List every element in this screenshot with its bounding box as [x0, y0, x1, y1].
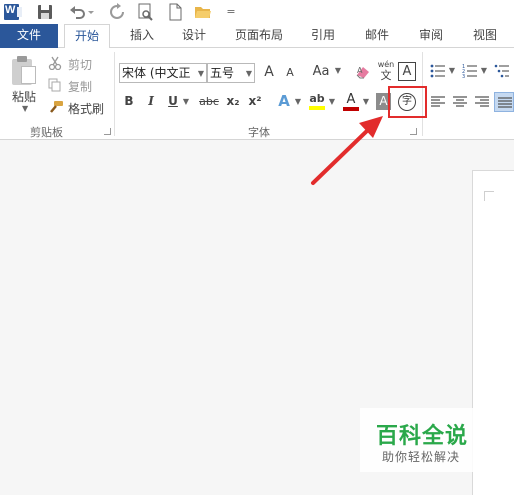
ribbon-tabs: 文件 开始 插入 设计 页面布局 引用 邮件 审阅 视图	[0, 24, 514, 49]
font-color-bar	[343, 107, 359, 111]
tab-page-layout[interactable]: 页面布局	[226, 24, 292, 48]
font-name-combo[interactable]: 宋体 (中文正 ▼	[119, 63, 207, 83]
align-right-icon[interactable]	[474, 94, 490, 110]
bold-button[interactable]: B	[122, 94, 136, 108]
change-case-button[interactable]: Aa	[310, 64, 332, 79]
superscript-button[interactable]: x²	[246, 94, 264, 108]
copy-icon	[48, 78, 61, 92]
chevron-down-icon: ▼	[197, 69, 204, 78]
font-size-value: 五号	[210, 66, 235, 80]
copy-button[interactable]: 复制	[68, 78, 92, 95]
subscript-button[interactable]: x₂	[224, 94, 242, 108]
paste-icon[interactable]	[12, 56, 38, 86]
tab-home[interactable]: 开始	[64, 24, 110, 49]
text-highlight-button[interactable]: ab	[308, 92, 326, 112]
shrink-font-button[interactable]: A	[284, 66, 296, 79]
tab-mailings[interactable]: 邮件	[354, 24, 400, 48]
bullets-icon[interactable]	[430, 63, 446, 79]
align-left-icon[interactable]	[430, 94, 446, 110]
clipboard-group-label: 剪贴板	[30, 126, 63, 139]
watermark-title: 百科全说	[376, 424, 469, 449]
paste-button[interactable]: 粘贴	[12, 88, 36, 105]
page-margin-mark	[484, 191, 494, 201]
chevron-down-icon[interactable]: ▼	[294, 97, 302, 106]
format-painter-button[interactable]: 格式刷	[68, 100, 104, 117]
align-center-icon[interactable]	[452, 94, 468, 110]
tab-design[interactable]: 设计	[172, 24, 216, 48]
new-document-icon[interactable]	[166, 3, 184, 21]
tab-review[interactable]: 审阅	[408, 24, 454, 48]
grow-font-button[interactable]: A	[262, 64, 276, 80]
font-size-combo[interactable]: 五号 ▼	[207, 63, 255, 83]
group-divider	[114, 52, 115, 136]
format-painter-icon	[50, 101, 63, 113]
numbering-icon[interactable]: 1 2 3	[462, 63, 478, 79]
italic-button[interactable]: I	[144, 94, 158, 108]
save-icon[interactable]	[36, 3, 54, 21]
chevron-down-icon[interactable]: ▼	[362, 97, 370, 106]
multilevel-list-icon[interactable]	[494, 63, 510, 79]
chevron-down-icon[interactable]: ▼	[182, 97, 190, 106]
font-name-value: 宋体 (中文正	[122, 66, 191, 80]
chevron-down-icon[interactable]: ▼	[480, 66, 488, 75]
undo-icon[interactable]	[68, 3, 86, 21]
highlight-glyph: ab	[309, 92, 325, 105]
text-effects-button[interactable]: A	[276, 92, 292, 110]
tab-file[interactable]: 文件	[0, 24, 58, 48]
clear-formatting-icon[interactable]: A	[354, 63, 372, 81]
watermark: 百科全说 助你轻松解决	[360, 408, 480, 472]
font-group-label: 字体	[248, 126, 270, 139]
customize-icon[interactable]: =	[222, 3, 240, 21]
open-folder-icon[interactable]	[194, 3, 212, 21]
scissors-icon	[48, 56, 62, 70]
font-color-button[interactable]: A	[342, 92, 360, 112]
paste-dropdown-icon[interactable]: ▼	[22, 104, 28, 113]
svg-text:3: 3	[462, 74, 465, 79]
chevron-down-icon[interactable]: ▼	[448, 66, 456, 75]
print-preview-icon[interactable]	[136, 3, 154, 21]
cut-button[interactable]: 剪切	[68, 56, 92, 73]
svg-text:A: A	[357, 66, 363, 75]
watermark-subtitle: 助你轻松解决	[382, 450, 461, 464]
word-icon[interactable]: W	[4, 3, 22, 21]
chevron-down-icon[interactable]: ▼	[328, 97, 336, 106]
ribbon: 粘贴 ▼ 剪切 复制 格式刷 剪贴板 宋体 (中文正 ▼ 五号 ▼ A A Aa…	[0, 48, 514, 140]
quick-access-toolbar: W =	[0, 0, 514, 24]
undo-dropdown-icon[interactable]	[86, 3, 96, 21]
phonetic-guide-button[interactable]: wén 文	[376, 60, 396, 84]
chevron-down-icon[interactable]: ▼	[334, 66, 342, 75]
tab-insert[interactable]: 插入	[120, 24, 164, 48]
chevron-down-icon: ▼	[245, 69, 252, 78]
clipboard-dialog-launcher[interactable]	[104, 128, 111, 135]
justify-icon	[498, 97, 512, 108]
highlight-color-bar	[309, 106, 325, 110]
font-color-glyph: A	[346, 92, 356, 107]
underline-button[interactable]: U	[166, 94, 180, 108]
character-border-button[interactable]: A	[398, 62, 416, 81]
highlight-box	[388, 86, 427, 118]
font-dialog-launcher[interactable]	[410, 128, 417, 135]
tab-view[interactable]: 视图	[462, 24, 508, 48]
justify-button[interactable]	[494, 92, 514, 112]
strikethrough-button[interactable]: abc	[198, 95, 220, 108]
phonetic-bottom-text: 文	[380, 69, 392, 82]
tab-references[interactable]: 引用	[300, 24, 346, 48]
redo-icon[interactable]	[108, 3, 126, 21]
